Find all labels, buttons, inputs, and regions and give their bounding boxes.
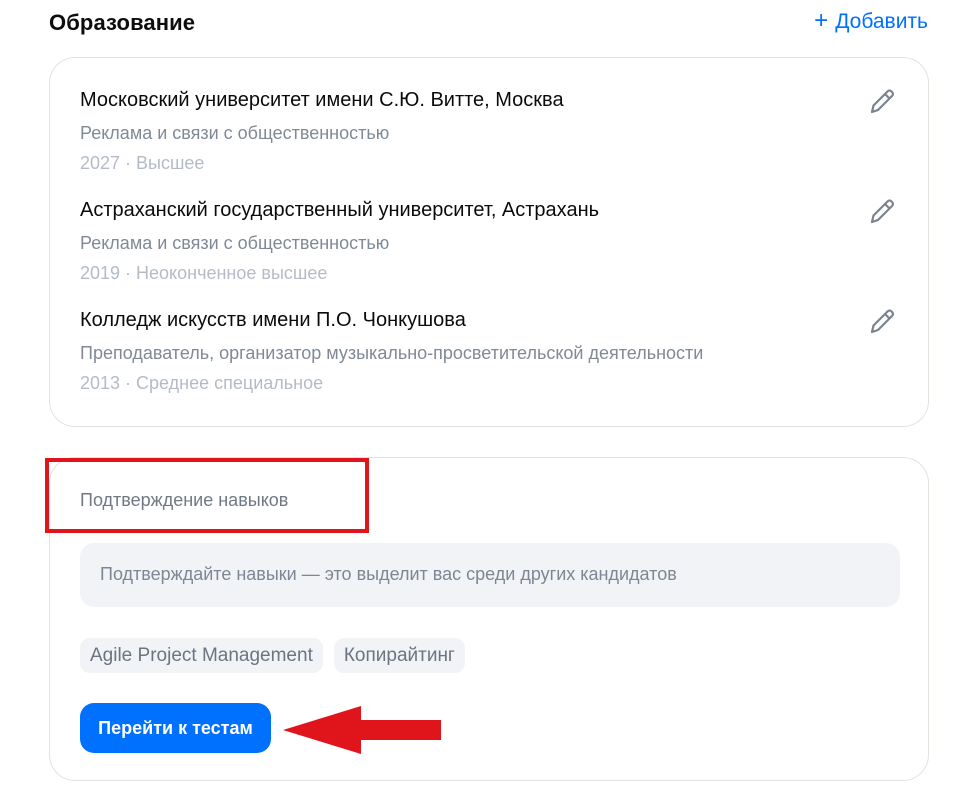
skill-chip[interactable]: Agile Project Management: [80, 638, 323, 673]
annotation-highlight-box: [45, 458, 369, 533]
skills-chip-list: Agile Project Management Копирайтинг: [80, 638, 465, 673]
add-education-label: Добавить: [835, 10, 928, 33]
education-institution: Астраханский государственный университет…: [80, 199, 600, 221]
education-item: Московский университет имени С.Ю. Витте,…: [80, 89, 898, 189]
pencil-icon[interactable]: [866, 195, 898, 227]
red-arrow-annotation: [283, 706, 441, 754]
education-item: Колледж искусств имени П.О. Чонкушова Пр…: [80, 309, 898, 409]
education-year-level: 2013 · Среднее специальное: [80, 373, 324, 393]
education-year-level: 2027 · Высшее: [80, 153, 205, 173]
add-education-button[interactable]: + Добавить: [814, 7, 928, 34]
education-specialty: Реклама и связи с общественностью: [80, 123, 390, 143]
education-specialty: Реклама и связи с общественностью: [80, 233, 390, 253]
skills-hint-text: Подтверждайте навыки — это выделит вас с…: [100, 564, 677, 584]
go-to-tests-button[interactable]: Перейти к тестам: [80, 703, 271, 753]
pencil-icon[interactable]: [866, 305, 898, 337]
education-institution: Московский университет имени С.Ю. Витте,…: [80, 89, 564, 111]
education-institution: Колледж искусств имени П.О. Чонкушова: [80, 309, 466, 331]
education-year-level: 2019 · Неоконченное высшее: [80, 263, 328, 283]
education-section-title: Образование: [49, 10, 196, 35]
education-specialty: Преподаватель, организатор музыкально-пр…: [80, 343, 704, 363]
skill-chip[interactable]: Копирайтинг: [333, 638, 465, 673]
skills-hint-banner: Подтверждайте навыки — это выделит вас с…: [80, 543, 900, 607]
education-card: Московский университет имени С.Ю. Витте,…: [49, 57, 929, 427]
pencil-icon[interactable]: [866, 85, 898, 117]
education-item: Астраханский государственный университет…: [80, 199, 898, 299]
plus-icon: +: [814, 7, 829, 34]
